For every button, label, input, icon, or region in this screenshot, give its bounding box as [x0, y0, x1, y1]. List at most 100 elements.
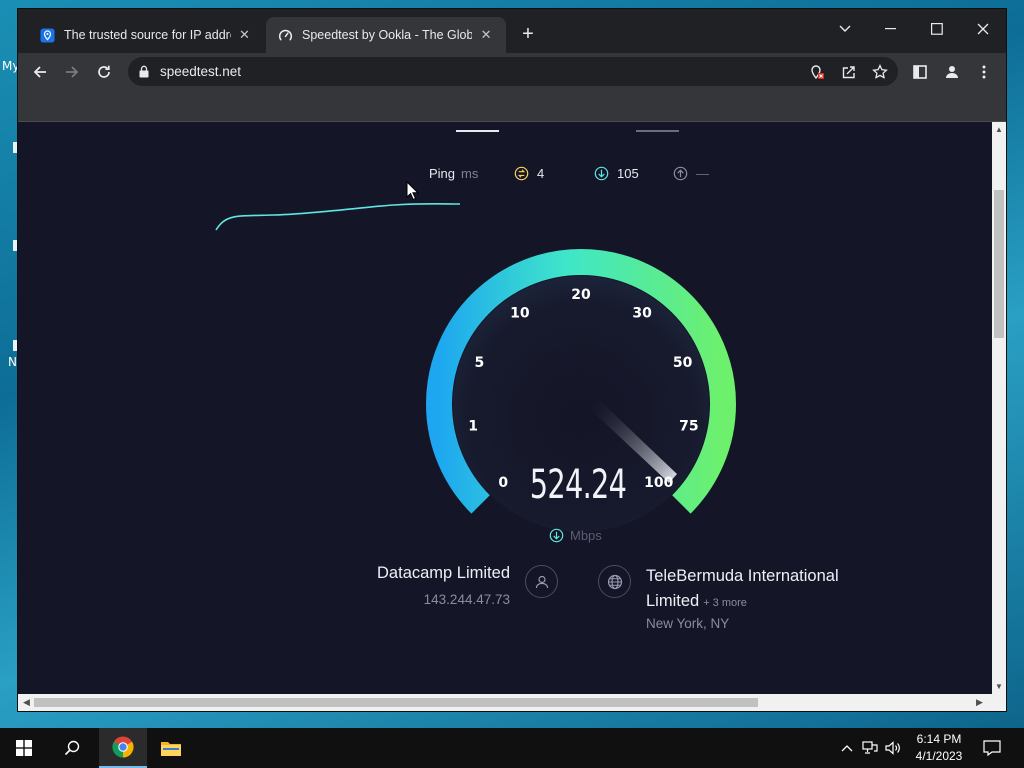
tab-speedtest[interactable]: Speedtest by Ookla - The Global ✕ — [266, 17, 506, 53]
tab-ip-address[interactable]: The trusted source for IP address ✕ — [28, 17, 264, 53]
gauge-tick-label: 30 — [632, 306, 652, 322]
download-value: 105 — [617, 166, 639, 181]
mouse-cursor-icon — [406, 181, 419, 201]
arrow-right-icon — [66, 66, 79, 78]
more-vertical-icon — [982, 65, 986, 79]
server-location: New York, NY — [646, 616, 730, 631]
desktop-icon-fragment — [13, 340, 17, 351]
reload-icon — [98, 65, 110, 78]
location-blocked-button[interactable] — [808, 63, 826, 81]
gauge-tick-label: 75 — [679, 419, 698, 435]
close-tab-icon[interactable]: ✕ — [478, 27, 494, 43]
download-icon — [549, 528, 564, 543]
browser-window: The trusted source for IP address ✕ Spee… — [18, 9, 1006, 711]
url-text: speedtest.net — [160, 64, 242, 79]
search-button[interactable] — [48, 728, 96, 768]
minimize-icon — [885, 28, 896, 30]
desktop-icon-fragment — [13, 240, 17, 251]
desktop-icon-label-top[interactable]: My — [2, 59, 19, 73]
bookmark-star-button[interactable] — [871, 63, 889, 81]
side-panel-button[interactable] — [909, 61, 931, 83]
speed-unit-label: Mbps — [570, 528, 602, 543]
back-button[interactable] — [29, 61, 51, 83]
desktop-icon-fragment — [13, 142, 17, 153]
horizontal-scrollbar[interactable]: ◀ ▶ — [18, 694, 1006, 711]
gauge-tick-label: 5 — [475, 355, 485, 371]
close-icon — [977, 23, 989, 35]
folder-icon — [161, 742, 181, 756]
vertical-scrollbar[interactable]: ▲ ▼ — [992, 122, 1006, 694]
maximize-button[interactable] — [914, 14, 960, 44]
reload-button[interactable] — [93, 61, 115, 83]
gauge-tick-label: 20 — [571, 287, 591, 303]
globe-icon — [607, 574, 622, 589]
scroll-down-arrow[interactable]: ▼ — [995, 682, 1003, 691]
download-icon — [594, 166, 609, 181]
ping-graph-line — [215, 202, 461, 231]
upload-icon — [673, 166, 688, 181]
jitter-metric: 4 — [514, 166, 544, 181]
share-button[interactable] — [840, 63, 858, 81]
star-icon — [872, 64, 888, 79]
close-window-button[interactable] — [960, 14, 1006, 44]
forward-button[interactable] — [61, 61, 83, 83]
horizontal-scroll-thumb[interactable] — [34, 698, 758, 707]
scroll-right-arrow[interactable]: ▶ — [976, 697, 983, 708]
speed-unit: Mbps — [549, 528, 602, 543]
taskbar: 6:14 PM 4/1/2023 — [0, 728, 1024, 768]
file-explorer-button[interactable] — [147, 728, 195, 768]
profile-button[interactable] — [941, 61, 963, 83]
ping-label: Ping — [429, 166, 456, 181]
upload-value: — — [696, 166, 709, 181]
server-button[interactable] — [598, 565, 631, 598]
vertical-scroll-thumb[interactable] — [994, 190, 1004, 338]
download-metric: 105 — [594, 166, 639, 181]
tab-title: Speedtest by Ookla - The Global — [302, 28, 473, 42]
scroll-left-arrow[interactable]: ◀ — [23, 697, 30, 708]
shield-pin-icon — [40, 27, 55, 43]
profile-icon — [946, 66, 958, 78]
lock-icon — [139, 65, 149, 78]
volume-button[interactable] — [884, 740, 902, 756]
jitter-value: 4 — [537, 166, 545, 181]
browser-toolbar: speedtest.net — [18, 53, 1006, 90]
tab-search-button[interactable] — [822, 14, 868, 44]
results-tab-indicator-inactive — [636, 130, 679, 132]
upload-metric: — — [673, 166, 709, 181]
windows-logo-icon — [16, 740, 32, 756]
desktop-icon-label-bottom[interactable]: N — [8, 355, 17, 369]
new-tab-button[interactable]: + — [518, 24, 538, 46]
server-more-link[interactable]: + 3 more — [703, 597, 747, 609]
menu-button[interactable] — [973, 61, 995, 83]
show-hidden-icons-button[interactable] — [838, 740, 856, 756]
minimize-button[interactable] — [868, 14, 914, 44]
clock-time: 6:14 PM — [916, 732, 962, 746]
clock-date: 4/1/2023 — [915, 749, 963, 763]
chevron-up-icon — [841, 745, 853, 752]
side-panel-icon — [913, 65, 927, 79]
gauge-tick-label: 50 — [673, 355, 693, 371]
user-icon — [535, 575, 548, 588]
close-tab-icon[interactable]: ✕ — [237, 27, 252, 43]
server-name[interactable]: TeleBermuda International Limited + 3 mor… — [646, 564, 876, 616]
tab-title: The trusted source for IP address — [64, 28, 231, 42]
search-icon — [64, 740, 80, 756]
maximize-icon — [931, 23, 943, 35]
speed-value: 524.24 — [529, 462, 627, 508]
network-button[interactable] — [861, 740, 879, 756]
system-clock[interactable]: 6:14 PM 4/1/2023 — [905, 731, 973, 765]
gauge-tick-label: 10 — [510, 306, 530, 322]
isp-name: Datacamp Limited — [377, 564, 510, 582]
chrome-taskbar-button[interactable] — [99, 728, 147, 768]
address-bar[interactable]: speedtest.net — [128, 57, 898, 86]
share-icon — [842, 66, 855, 79]
results-tab-indicator — [456, 130, 499, 132]
user-button[interactable] — [525, 565, 558, 598]
ping-metric: Ping ms — [429, 166, 478, 181]
scroll-up-arrow[interactable]: ▲ — [995, 125, 1003, 134]
speaker-icon — [885, 741, 900, 755]
start-button[interactable] — [0, 728, 48, 768]
arrow-left-icon — [33, 66, 46, 78]
speedtest-icon — [278, 29, 293, 40]
notifications-button[interactable] — [982, 739, 1002, 757]
